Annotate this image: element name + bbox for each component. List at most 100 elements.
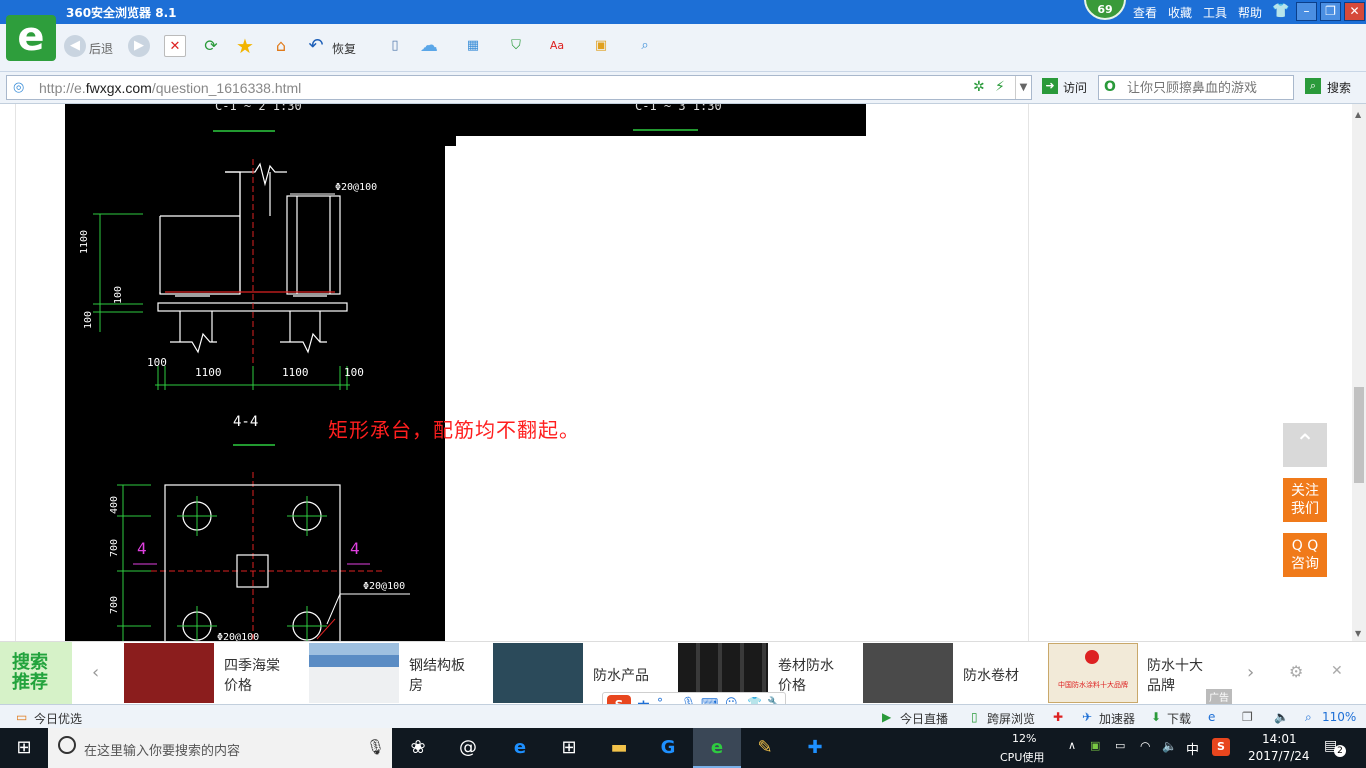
search-engine-icon[interactable]: O (1104, 79, 1116, 95)
restore-button[interactable]: ❐ (1320, 2, 1341, 21)
security-score-badge[interactable]: 69 (1084, 0, 1126, 20)
search-icon[interactable]: ⌕ (1305, 78, 1321, 94)
ie-mode-icon[interactable]: e (1208, 710, 1215, 724)
address-bar[interactable]: ◎ http://e.fwxgx.com/question_1616338.ht… (6, 75, 1032, 100)
taskbar-search-box[interactable]: 在这里输入你要搜索的内容 🎙 (48, 728, 392, 768)
menu-view[interactable]: 查看 (1133, 4, 1157, 21)
cloud-icon[interactable]: ☁ (418, 35, 440, 57)
speaker-icon[interactable]: 🔈 (1162, 739, 1177, 753)
cross-screen-icon[interactable]: ▯ (971, 710, 978, 724)
security-icon[interactable]: ✚ (1053, 710, 1063, 724)
qq-consult-button[interactable]: Q Q 咨询 (1283, 533, 1327, 577)
browser-logo-icon[interactable]: e (6, 15, 56, 61)
speed-check-icon[interactable]: ✲ (973, 79, 985, 95)
file-explorer-icon[interactable]: ▬ (595, 728, 643, 768)
volume-icon[interactable]: 🔈 (1274, 710, 1289, 724)
sogou-tray-icon[interactable]: S (1212, 738, 1230, 756)
back-to-top-button[interactable]: ⌃ (1283, 423, 1327, 467)
restore-label[interactable]: 恢复 (332, 40, 356, 57)
notepad-icon[interactable]: ✎ (741, 728, 789, 768)
stop-icon[interactable]: ✕ (164, 35, 186, 57)
follow-us-button[interactable]: 关注 我们 (1283, 478, 1327, 522)
notification-count[interactable]: 2 (1334, 745, 1346, 757)
tray-expand-icon[interactable]: ∧ (1068, 739, 1076, 752)
accelerator-label[interactable]: 加速器 (1099, 710, 1135, 727)
taskbar-search-placeholder[interactable]: 在这里输入你要搜索的内容 (84, 740, 240, 759)
clock-time[interactable]: 14:01 (1262, 732, 1297, 746)
refresh-icon[interactable]: ⟳ (200, 35, 222, 57)
store-icon[interactable]: ⊞ (545, 728, 593, 768)
window-mode-icon[interactable]: ❐ (1242, 710, 1253, 724)
recommend-item-2[interactable]: 钢结构板 房 (409, 656, 489, 696)
scroll-down-icon[interactable]: ▼ (1355, 629, 1361, 638)
live-label[interactable]: 今日直播 (900, 710, 948, 727)
battery-icon[interactable]: ▭ (1115, 739, 1125, 752)
recommend-item-1[interactable]: 四季海棠 价格 (224, 656, 304, 696)
back-label[interactable]: 后退 (89, 40, 113, 57)
search-input[interactable] (1127, 79, 1291, 97)
daily-picks-icon[interactable]: ▭ (16, 710, 27, 724)
recommend-image-2[interactable] (309, 643, 399, 703)
windows-start-icon[interactable]: ⊞ (0, 728, 48, 768)
ime-indicator[interactable]: 中 (1186, 739, 1199, 758)
app-plus-icon[interactable]: ✚ (791, 728, 839, 768)
app-g-icon[interactable]: G (644, 728, 692, 768)
address-dropdown-icon[interactable]: ▼ (1015, 76, 1031, 99)
skin-icon[interactable]: 👕 (1272, 3, 1289, 19)
home-icon[interactable]: ⌂ (270, 35, 292, 57)
screenshot-icon[interactable]: ▣ (590, 35, 612, 57)
recommend-next-icon[interactable]: › (1247, 662, 1254, 683)
menu-help[interactable]: 帮助 (1238, 4, 1262, 21)
apps-icon[interactable]: ▦ (462, 35, 484, 57)
nvidia-icon[interactable]: ▣ (1090, 739, 1100, 752)
download-icon[interactable]: ⬇ (1151, 710, 1161, 724)
search-box[interactable]: O (1098, 75, 1294, 100)
vertical-scrollbar[interactable]: ▲ ▼ (1352, 104, 1366, 641)
cross-screen-label[interactable]: 跨屏浏览 (987, 710, 1035, 727)
scrollbar-thumb[interactable] (1354, 387, 1364, 483)
recommend-item-5[interactable]: 防水卷材 (963, 666, 1043, 686)
address-url[interactable]: http://e.fwxgx.com/question_1616338.html (39, 80, 301, 96)
taskbar-mic-icon[interactable]: 🎙 (366, 738, 385, 756)
shield-icon[interactable]: ⛉ (505, 35, 527, 57)
zoom-level[interactable]: 110% (1322, 710, 1356, 724)
zoom-icon[interactable]: ⌕ (1305, 710, 1312, 725)
minimize-button[interactable]: – (1296, 2, 1317, 21)
cpu-label[interactable]: CPU使用 (1000, 749, 1044, 765)
menu-favorites[interactable]: 收藏 (1168, 4, 1192, 21)
cpu-percent[interactable]: 12% (1012, 732, 1036, 745)
task-view-icon[interactable]: ❀ (394, 728, 442, 768)
close-button[interactable]: ✕ (1344, 2, 1365, 21)
wifi-icon[interactable]: ◠ (1140, 739, 1150, 753)
recommend-image-1[interactable] (124, 643, 214, 703)
zoom-tool-icon[interactable]: ⌕ (634, 35, 656, 57)
restore-tab-icon[interactable]: ↶ (305, 35, 327, 57)
cortana-icon[interactable] (58, 736, 76, 754)
live-icon[interactable]: ▶ (882, 710, 891, 724)
browser-360-taskbar-icon[interactable]: e (693, 728, 741, 768)
edge-icon[interactable]: e (496, 728, 544, 768)
download-label[interactable]: 下载 (1167, 710, 1191, 727)
clock-date[interactable]: 2017/7/24 (1248, 749, 1310, 763)
translate-icon[interactable]: Aa (546, 35, 568, 57)
go-button[interactable]: 访问 (1063, 79, 1087, 96)
forward-icon[interactable]: ▶ (128, 35, 150, 57)
daily-picks-label[interactable]: 今日优选 (34, 710, 82, 727)
back-icon[interactable]: ◀ (64, 35, 86, 57)
recommend-close-icon[interactable]: ✕ (1331, 663, 1343, 679)
app-browser-swirl-icon[interactable]: @ (444, 728, 492, 768)
search-button[interactable]: 搜索 (1327, 79, 1351, 96)
mobile-icon[interactable]: ▯ (384, 35, 406, 57)
recommend-image-5[interactable] (863, 643, 953, 703)
go-icon[interactable]: ➜ (1042, 78, 1058, 94)
settings-gear-icon[interactable]: ⚙ (1289, 662, 1303, 681)
recommend-item-4[interactable]: 卷材防水 价格 (778, 656, 858, 696)
favorite-star-icon[interactable]: ★ (234, 35, 256, 57)
recommend-item-3[interactable]: 防水产品 (593, 666, 673, 686)
recommend-image-6[interactable]: 中国防水涂料十大品牌 (1048, 643, 1138, 703)
recommend-image-3[interactable] (493, 643, 583, 703)
menu-tools[interactable]: 工具 (1203, 4, 1227, 21)
recommend-prev-icon[interactable]: ‹ (92, 662, 99, 683)
accelerator-icon[interactable]: ✈ (1082, 710, 1092, 724)
scroll-up-icon[interactable]: ▲ (1355, 110, 1361, 119)
